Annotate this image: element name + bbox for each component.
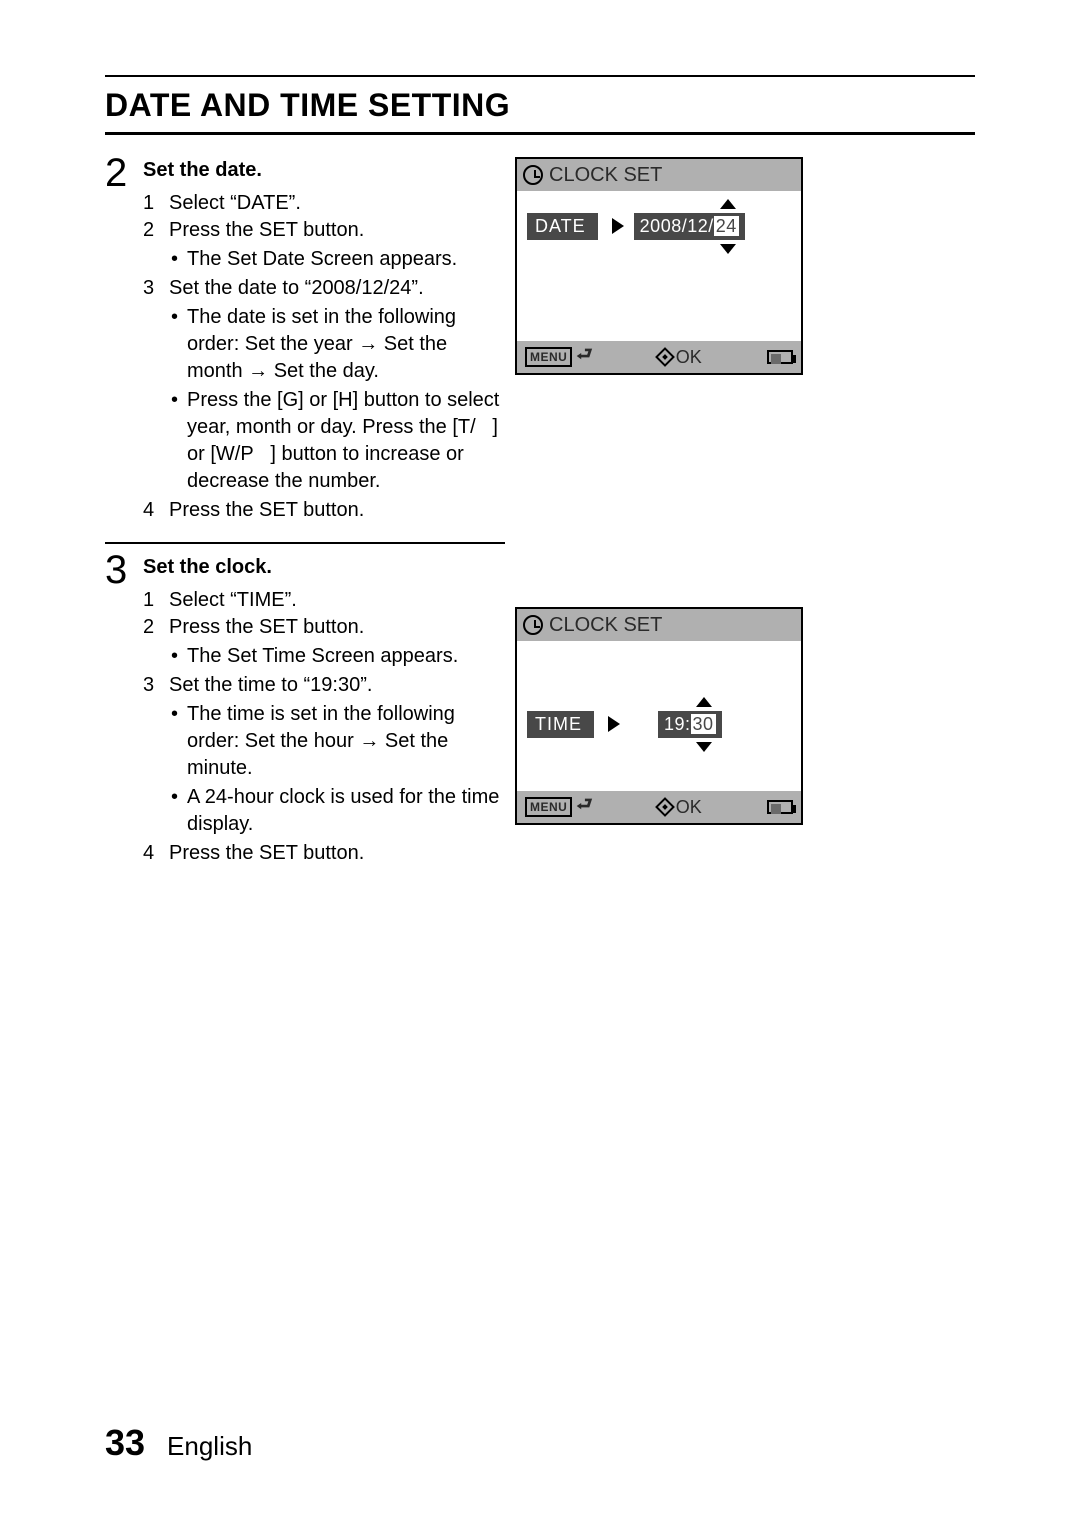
right-arrow-icon: [612, 218, 624, 234]
step-3-body: Set the clock. 1 Select “TIME”. 2 Press …: [143, 554, 505, 867]
lcd2-footer: MENU ⮐ OK: [517, 791, 801, 823]
battery-icon: [767, 800, 793, 814]
lcd1-ok-group: OK: [658, 347, 702, 368]
step-2-item-1: 1 Select “DATE”.: [143, 190, 301, 217]
lcd1-label: DATE: [527, 213, 598, 240]
page-title: DATE AND TIME SETTING: [105, 87, 975, 124]
step-2-block: 2 Set the date. 1 Select “DATE”. 2 Press…: [105, 157, 505, 524]
dpad-icon: [655, 347, 675, 367]
step-3-block: 3 Set the clock. 1 Select “TIME”. 2 Pres…: [105, 554, 505, 867]
page-footer: 33 English: [105, 1422, 252, 1464]
lcd-clock-set-date: CLOCK SET DATE 2008/12/24 MENU ⮐: [515, 157, 803, 375]
lcd2-body: TIME 19:30: [517, 641, 801, 791]
up-arrow-icon: [696, 697, 712, 707]
step-2-item-3-bullets: The date is set in the following order: …: [169, 304, 505, 495]
step-2-item-2-bullets: The Set Date Screen appears.: [169, 246, 457, 273]
menu-icon: MENU: [525, 797, 572, 817]
right-arrow-icon: [608, 716, 620, 732]
clock-icon: [523, 165, 543, 185]
lcd1-title-text: CLOCK SET: [549, 164, 662, 187]
step-separator: [105, 542, 505, 544]
lcd1-value: 2008/12/24: [634, 213, 745, 240]
lcd2-value: 19:30: [658, 711, 722, 738]
top-rule: [105, 75, 975, 77]
step-2-number: 2: [105, 153, 143, 193]
lcd2-ok-group: OK: [658, 797, 702, 818]
step-2-body: Set the date. 1 Select “DATE”. 2 Press t…: [143, 157, 505, 524]
lcd2-menu-badge: MENU ⮐: [525, 792, 593, 822]
step-3-item-1: 1 Select “TIME”.: [143, 587, 297, 614]
step-2-item-2: 2 Press the SET button. The Set Date Scr…: [143, 217, 457, 275]
lcd1-menu-badge: MENU ⮐: [525, 342, 593, 372]
back-icon: ⮐: [576, 792, 592, 822]
battery-icon: [767, 350, 793, 364]
lcd1-titlebar: CLOCK SET: [517, 159, 801, 191]
clock-icon: [523, 615, 543, 635]
step-3-item-4: 4 Press the SET button.: [143, 840, 364, 867]
lcd1-body: DATE 2008/12/24: [517, 191, 801, 341]
step-3-item-2: 2 Press the SET button. The Set Time Scr…: [143, 614, 458, 672]
title-rule: [105, 132, 975, 135]
lcd2-label: TIME: [527, 711, 594, 738]
up-arrow-icon: [720, 199, 736, 209]
step-3-heading: Set the clock.: [143, 554, 505, 581]
manual-page: DATE AND TIME SETTING 2 Set the date. 1 …: [105, 75, 975, 867]
menu-icon: MENU: [525, 347, 572, 367]
lcd2-row: TIME 19:30: [527, 709, 722, 739]
content: 2 Set the date. 1 Select “DATE”. 2 Press…: [105, 157, 975, 867]
lcd2-title-text: CLOCK SET: [549, 614, 662, 637]
page-number: 33: [105, 1422, 145, 1464]
step-2-list: 1 Select “DATE”. 2 Press the SET button.…: [143, 190, 505, 524]
back-icon: ⮐: [576, 342, 592, 372]
lcd1-footer: MENU ⮐ OK: [517, 341, 801, 373]
step-3-list: 1 Select “TIME”. 2 Press the SET button.…: [143, 587, 505, 867]
down-arrow-icon: [696, 742, 712, 752]
step-3-number: 3: [105, 550, 143, 590]
step-2-item-4: 4 Press the SET button.: [143, 497, 364, 524]
lcd1-row: DATE 2008/12/24: [527, 211, 745, 241]
lcd2-ok-text: OK: [676, 797, 702, 818]
step-3-item-2-bullets: The Set Time Screen appears.: [169, 643, 458, 670]
page-language: English: [167, 1431, 252, 1462]
step-2-heading: Set the date.: [143, 157, 505, 184]
lcd2-titlebar: CLOCK SET: [517, 609, 801, 641]
dpad-icon: [655, 797, 675, 817]
down-arrow-icon: [720, 244, 736, 254]
lcd-clock-set-time: CLOCK SET TIME 19:30 MENU ⮐: [515, 607, 803, 825]
step-3-item-3-bullets: The time is set in the following order: …: [169, 701, 505, 838]
step-3-item-3: 3 Set the time to “19:30”. The time is s…: [143, 672, 505, 840]
step-2-item-3: 3 Set the date to “2008/12/24”. The date…: [143, 275, 505, 497]
lcd1-ok-text: OK: [676, 347, 702, 368]
